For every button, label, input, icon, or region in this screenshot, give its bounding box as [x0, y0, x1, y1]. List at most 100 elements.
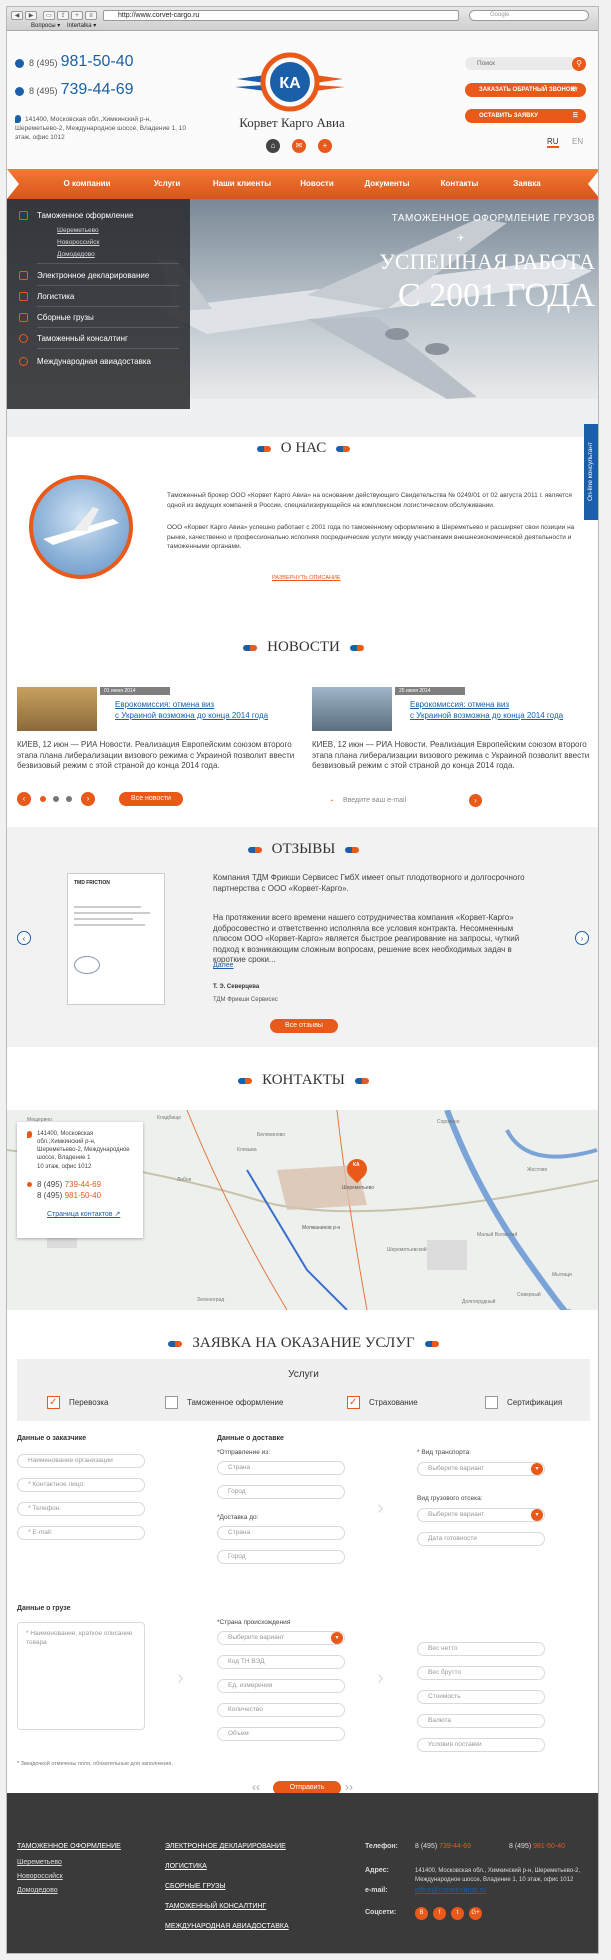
footer-link-consulting[interactable]: ТАМОЖЕННЫЙ КОНСАЛТИНГ [165, 1903, 266, 1910]
footer-link-logistics[interactable]: ЛОГИСТИКА [165, 1863, 207, 1870]
chevron-down-icon[interactable]: ▾ [331, 1632, 343, 1644]
review-letter-image[interactable]: TMD FRICTION [67, 873, 165, 1005]
service-checkbox-certification[interactable] [485, 1396, 498, 1409]
footer-link-sub[interactable]: Шереметьево [17, 1859, 62, 1866]
footer-link-consolidated[interactable]: СБОРНЫЕ ГРУЗЫ [165, 1883, 226, 1890]
bookmarks-icon[interactable]: ≡ [85, 11, 97, 20]
footer-phone-1[interactable]: 8 (495) 739-44-69 [415, 1843, 471, 1850]
footer-link-declaration[interactable]: ЭЛЕКТРОННОЕ ДЕКЛАРИРОВАНИЕ [165, 1843, 286, 1850]
lang-ru[interactable]: RU [547, 137, 559, 148]
currency-input[interactable]: Валюта [417, 1714, 545, 1728]
service-checkbox-insurance[interactable]: ✓ [347, 1396, 360, 1409]
mail-icon[interactable]: ✉ [292, 139, 306, 153]
menu-sub-novorossiysk[interactable]: Новороссийск [57, 239, 99, 246]
email-input[interactable]: * E-mail: [17, 1526, 145, 1540]
news-link[interactable]: Еврокомиссия: отмена виз с Украиной возмо… [115, 699, 305, 721]
cost-input[interactable]: Стоимость [417, 1690, 545, 1704]
menu-item-logistics[interactable]: Логистика [37, 292, 74, 301]
bookmark-intertalka[interactable]: Intertalka ▾ [67, 23, 96, 29]
contacts-page-link[interactable]: Страница контактов ↗ [27, 1210, 133, 1218]
to-city-input[interactable]: Город [217, 1550, 345, 1564]
review-more-link[interactable]: Далее [213, 960, 234, 971]
gross-weight-input[interactable]: Вес брутто [417, 1666, 545, 1680]
all-reviews-button[interactable]: Все отзывы [270, 1019, 338, 1033]
footer-link-air[interactable]: МЕЖДУНАРОДНАЯ АВИАДОСТАВКА [165, 1923, 289, 1930]
transport-select[interactable]: Выберите вариант [417, 1462, 545, 1476]
back-icon[interactable]: ◀ [11, 11, 23, 20]
phone-input[interactable]: * Телефон: [17, 1502, 145, 1516]
news-image[interactable] [312, 687, 392, 731]
lang-en[interactable]: EN [572, 137, 583, 146]
delivery-terms-input[interactable]: Условия поставки [417, 1738, 545, 1752]
compartment-select[interactable]: Выберите вариант [417, 1508, 545, 1522]
nav-news[interactable]: Новости [287, 169, 347, 199]
footer-email-link[interactable]: office@corvet-cargo.ru [415, 1887, 486, 1894]
browser-search-input[interactable]: Google [469, 10, 589, 21]
reader-icon[interactable]: ▭ [43, 11, 55, 20]
site-search-input[interactable]: Поиск [465, 57, 577, 70]
callback-button[interactable]: ЗАКАЗАТЬ ОБРАТНЫЙ ЗВОНОК ☏ [465, 83, 586, 97]
share-icon[interactable]: ⇪ [57, 11, 69, 20]
vk-icon[interactable]: В [415, 1907, 428, 1920]
menu-sub-sheremetyevo[interactable]: Шереметьево [57, 227, 99, 234]
subscribe-email-input[interactable]: Введите ваш e-mail [325, 793, 477, 809]
news-page-dot[interactable] [53, 796, 59, 802]
org-name-input[interactable]: Наименование организации [17, 1454, 145, 1468]
menu-item-customs[interactable]: Таможенное оформление [37, 211, 133, 220]
menu-item-consolidated[interactable]: Сборные грузы [37, 313, 94, 322]
news-link[interactable]: Еврокомиссия: отмена виз с Украиной возмо… [410, 699, 598, 721]
footer-link-sub[interactable]: Новороссийск [17, 1873, 63, 1880]
header-phone-1[interactable]: 8 (495) 981-50-40 [15, 53, 134, 71]
menu-item-declaration[interactable]: Электронное декларирование [37, 271, 149, 280]
search-icon[interactable]: ⚲ [572, 57, 586, 71]
nav-documents[interactable]: Документы [352, 169, 422, 199]
service-checkbox-customs[interactable] [165, 1396, 178, 1409]
footer-link-customs[interactable]: ТАМОЖЕННОЕ ОФОРМЛЕНИЕ [17, 1843, 121, 1850]
expand-about-link[interactable]: РАЗВЕРНУТЬ ОПИСАНИЕ [272, 575, 341, 581]
from-city-input[interactable]: Город [217, 1485, 345, 1499]
origin-select[interactable]: Выберите вариант [217, 1631, 345, 1645]
google-plus-icon[interactable]: G+ [469, 1907, 482, 1920]
hs-code-input[interactable]: Код ТН ВЭД [217, 1655, 345, 1669]
chevron-down-icon[interactable]: ▾ [531, 1463, 543, 1475]
volume-input[interactable]: Объем [217, 1727, 345, 1741]
nav-services[interactable]: Услуги [137, 169, 197, 199]
news-image[interactable] [17, 687, 97, 731]
menu-sub-domodedovo[interactable]: Домодедово [57, 251, 95, 258]
contact-person-input[interactable]: * Контактное лицо: [17, 1478, 145, 1492]
plus-icon[interactable]: + [318, 139, 332, 153]
unit-input[interactable]: Ед. измерения [217, 1679, 345, 1693]
footer-link-sub[interactable]: Домодедово [17, 1887, 58, 1894]
online-consultant-tab[interactable]: On-line консультант [584, 424, 598, 520]
news-page-dot[interactable] [66, 796, 72, 802]
contact-phone-1[interactable]: 8 (495) 739-44-69 [27, 1180, 133, 1189]
footer-phone-2[interactable]: 8 (495) 981-50-40 [509, 1843, 565, 1850]
home-icon[interactable]: ⌂ [266, 139, 280, 153]
nav-contacts[interactable]: Контакты [427, 169, 492, 199]
contact-phone-2[interactable]: 8 (495) 981-50-40 [27, 1191, 133, 1200]
header-phone-2[interactable]: 8 (495) 739-44-69 [15, 81, 134, 99]
reviews-next-button[interactable]: › [575, 931, 589, 945]
chevron-down-icon[interactable]: ▾ [531, 1509, 543, 1521]
news-prev-button[interactable]: ‹ [17, 792, 31, 806]
news-next-button[interactable]: › [81, 792, 95, 806]
forward-icon[interactable]: ▶ [25, 11, 37, 20]
subscribe-button[interactable]: › [469, 794, 482, 807]
nav-clients[interactable]: Наши клиенты [202, 169, 282, 199]
reviews-prev-button[interactable]: ‹ [17, 931, 31, 945]
nav-about[interactable]: О компании [47, 169, 127, 199]
service-checkbox-transport[interactable]: ✓ [47, 1396, 60, 1409]
request-button[interactable]: ОСТАВИТЬ ЗАЯВКУ ☰ [465, 109, 586, 123]
address-bar[interactable]: http://www.corvet-cargo.ru [103, 10, 459, 21]
bookmark-questions[interactable]: Вопросы ▾ [31, 23, 60, 29]
menu-item-air-delivery[interactable]: Международная авиадоставка [37, 357, 151, 366]
ready-date-input[interactable]: Дата готовности [417, 1532, 545, 1546]
from-country-input[interactable]: Страна [217, 1461, 345, 1475]
net-weight-input[interactable]: Вес нетто [417, 1642, 545, 1656]
add-icon[interactable]: + [71, 11, 83, 20]
all-news-button[interactable]: Все новости [119, 792, 183, 806]
facebook-icon[interactable]: f [433, 1907, 446, 1920]
quantity-input[interactable]: Количество [217, 1703, 345, 1717]
cargo-description-textarea[interactable]: * Наименование, краткое описание товара [17, 1622, 145, 1730]
twitter-icon[interactable]: t [451, 1907, 464, 1920]
